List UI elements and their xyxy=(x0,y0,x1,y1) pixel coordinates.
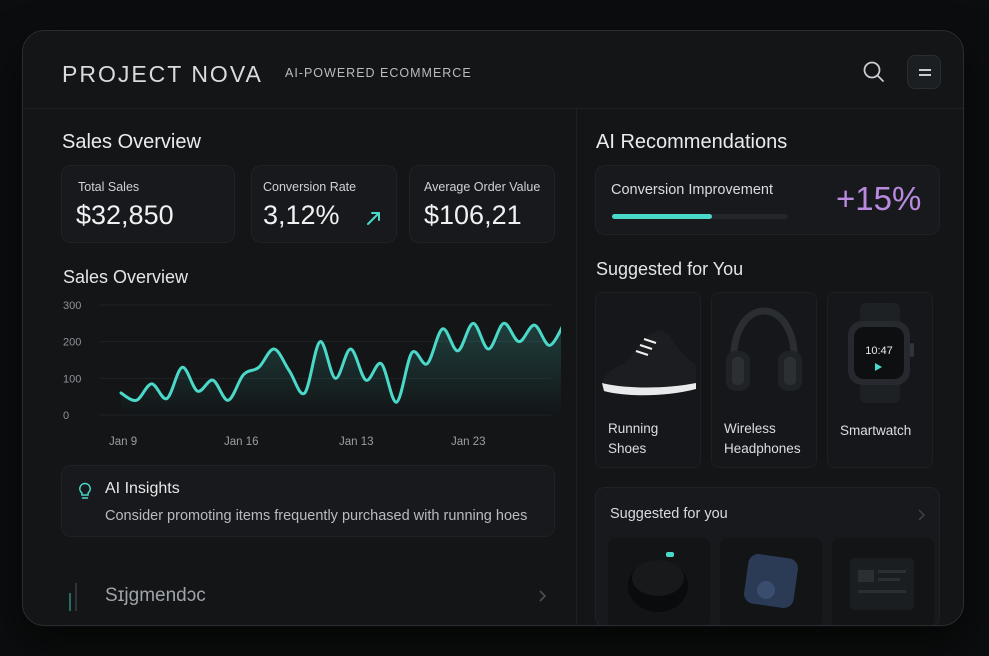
product-thumb[interactable] xyxy=(832,538,934,625)
chart-title: Sales Overview xyxy=(63,267,189,287)
kpi-card-average-order-value[interactable]: Average Order Value $106,21 xyxy=(409,165,555,243)
suggested-title: Suggested for You xyxy=(596,259,744,279)
segment-row[interactable]: Sɪjgmendɔc xyxy=(61,559,555,625)
x-tick-label: Jan 9 xyxy=(109,436,137,448)
product-card-running-shoes[interactable]: Running Shoes xyxy=(595,292,701,468)
recommendation-card[interactable]: Conversion Improvement +15% xyxy=(595,165,940,235)
top-bar: PROJECT NOVA AI-POWERED ECOMMERCE xyxy=(23,31,963,109)
kpi-value: $106,21 xyxy=(424,200,522,230)
y-tick-label: 0 xyxy=(63,410,69,422)
product-thumb[interactable] xyxy=(720,538,822,625)
tablet-icon xyxy=(720,554,822,625)
product-name: Smartwatch xyxy=(840,423,912,438)
headphones-icon xyxy=(712,293,816,408)
ai-insights-text: Consider promoting items frequently purc… xyxy=(105,508,528,524)
product-name: Running Shoes xyxy=(608,421,659,456)
menu-button[interactable] xyxy=(907,55,941,89)
smartwatch-icon: 10:47 xyxy=(828,293,932,408)
y-tick-label: 300 xyxy=(63,300,81,312)
document-icon xyxy=(832,558,934,625)
suggested-for-you-card[interactable]: Suggested for you xyxy=(595,487,940,625)
segment-label: Sɪjgmendɔc xyxy=(105,585,206,606)
recommendation-label: Conversion Improvement xyxy=(611,182,773,198)
progress-fill xyxy=(612,214,713,219)
product-card-wireless-headphones[interactable]: Wireless Headphones xyxy=(711,292,817,468)
search-icon[interactable] xyxy=(861,59,887,85)
x-tick-label: Jan 13 xyxy=(339,436,374,448)
suggested-small-title: Suggested for you xyxy=(610,506,728,522)
y-tick-label: 100 xyxy=(63,373,81,385)
bar-chart-icon xyxy=(67,581,81,616)
fitness-band-icon xyxy=(608,552,710,625)
running-shoe-icon xyxy=(596,293,700,408)
product-card-smartwatch[interactable]: 10:47 Smartwatch xyxy=(827,292,933,468)
kpi-value: $32,850 xyxy=(76,200,174,230)
x-tick-label: Jan 16 xyxy=(224,436,259,448)
app-window: PROJECT NOVA AI-POWERED ECOMMERCE Sales … xyxy=(22,30,964,626)
sales-overview-title: Sales Overview xyxy=(62,131,201,153)
chevron-right-icon[interactable] xyxy=(537,589,547,608)
kpi-card-conversion-rate[interactable]: Conversion Rate 3,12% xyxy=(251,165,397,243)
ai-insights-card[interactable]: AI Insights Consider promoting items fre… xyxy=(61,465,555,537)
kpi-label: Average Order Value xyxy=(424,180,541,194)
lightbulb-icon xyxy=(78,482,92,505)
progress-bar xyxy=(612,214,788,219)
x-tick-label: Jan 23 xyxy=(451,436,486,448)
recommendation-value: +15% xyxy=(836,180,922,217)
product-name: Wireless Headphones xyxy=(724,421,801,456)
kpi-label: Total Sales xyxy=(78,180,140,194)
brand-title: PROJECT NOVA xyxy=(62,61,263,87)
ai-recommendations-title: AI Recommendations xyxy=(596,131,788,153)
sales-chart: 0 100 200 300 Jan 9 Jan 16 Jan 13 Jan 23 xyxy=(61,293,573,448)
kpi-value: 3,12% xyxy=(263,200,340,230)
column-divider xyxy=(576,109,577,625)
ai-insights-title: AI Insights xyxy=(105,480,180,497)
watch-time: 10:47 xyxy=(865,345,893,357)
y-tick-label: 200 xyxy=(63,337,81,349)
kpi-label: Conversion Rate xyxy=(263,180,357,194)
chevron-right-icon[interactable] xyxy=(916,508,926,527)
kpi-card-total-sales[interactable]: Total Sales $32,850 xyxy=(61,165,235,243)
brand-tagline: AI-POWERED ECOMMERCE xyxy=(285,66,472,80)
product-thumb[interactable] xyxy=(608,538,710,625)
trend-up-arrow-icon xyxy=(366,210,382,231)
